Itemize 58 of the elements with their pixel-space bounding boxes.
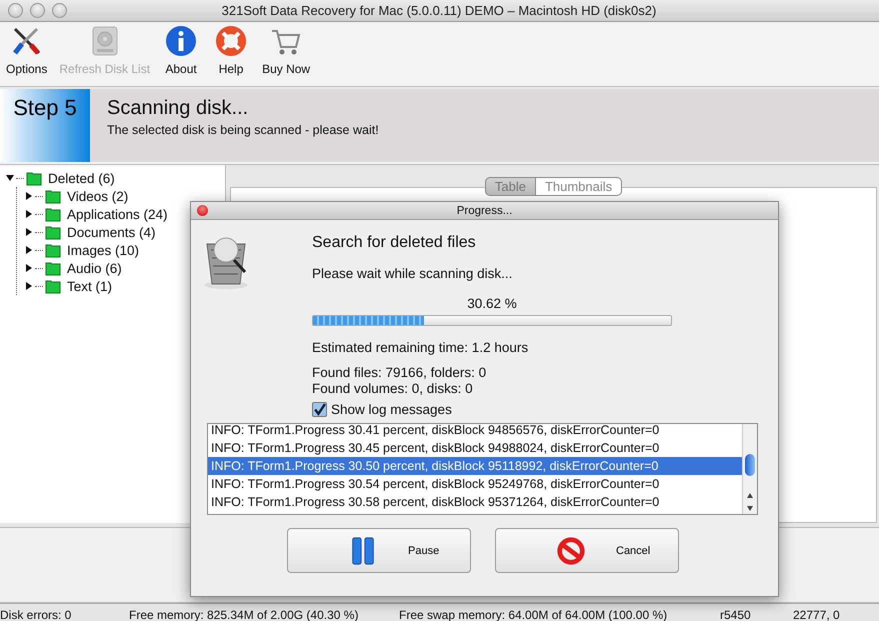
tree-item[interactable]: Deleted (6): [48, 170, 115, 186]
progress-percent: 30.62 %: [466, 296, 518, 311]
folder-icon: [45, 242, 61, 258]
toolbar-button[interactable]: Buy Now: [260, 25, 312, 76]
disclosure-triangle-icon[interactable]: [25, 246, 33, 254]
scrollbar-thumb[interactable]: [745, 454, 755, 476]
log-row[interactable]: INFO: TForm1.Progress 30.50 percent, diskBlock 95118992, diskErrorCounter=0: [208, 457, 742, 475]
folder-icon: [45, 260, 61, 276]
toolbar-button[interactable]: Help: [210, 25, 252, 76]
found-files: Found files: 79166, folders: 0: [312, 365, 488, 380]
tree-item[interactable]: Audio (6): [67, 260, 122, 276]
disclosure-triangle-icon[interactable]: [25, 228, 33, 236]
scroll-up-icon[interactable]: [746, 492, 754, 500]
disclosure-triangle-icon[interactable]: [25, 210, 33, 218]
toolbar-button[interactable]: About: [160, 25, 202, 76]
checkbox[interactable]: [312, 402, 327, 417]
tree-item[interactable]: Text (1): [67, 278, 112, 294]
step-badge: Step 5: [0, 89, 90, 162]
log-row[interactable]: INFO: TForm1.Progress 30.45 percent, diskBlock 94988024, diskErrorCounter=0: [208, 439, 742, 457]
status-text: r5450: [720, 608, 751, 621]
folder-icon: [45, 188, 61, 204]
tools-icon: [10, 25, 43, 57]
scrollbar[interactable]: [742, 424, 757, 514]
step-subtitle: The selected disk is being scanned - please wait!: [107, 123, 379, 137]
tree-item[interactable]: Applications (24): [67, 206, 168, 222]
disclosure-triangle-icon[interactable]: [25, 264, 33, 272]
status-message: Please wait while scanning disk...: [312, 266, 514, 281]
dialog-title: Progress...: [456, 204, 514, 216]
view-tab[interactable]: Thumbnails: [536, 177, 622, 196]
tree-item[interactable]: Videos (2): [67, 188, 128, 204]
log-row[interactable]: INFO: TForm1.Progress 30.54 percent, diskBlock 95249768, diskErrorCounter=0: [208, 475, 742, 493]
prohibited-icon: [556, 536, 586, 566]
status-text: Disk errors: 0: [0, 608, 72, 621]
log-row[interactable]: INFO: TForm1.Progress 30.58 percent, diskBlock 95371264, diskErrorCounter=0: [208, 493, 742, 511]
disclosure-triangle-icon[interactable]: [25, 192, 33, 200]
tree-item[interactable]: Documents (4): [67, 224, 156, 240]
found-volumes: Found volumes: 0, disks: 0: [312, 381, 474, 396]
close-button[interactable]: [197, 205, 208, 216]
dialog-heading: Search for deleted files: [312, 234, 477, 252]
checkbox-label: Show log messages: [331, 402, 452, 417]
step-title: Scanning disk...: [107, 97, 250, 120]
window-title: 321Soft Data Recovery for Mac (5.0.0.11) DEMO – Macintosh HD (disk0s2): [220, 3, 658, 18]
disclosure-triangle-icon[interactable]: [6, 174, 14, 182]
lifebuoy-icon: [215, 25, 248, 57]
folder-icon: [45, 278, 61, 294]
log-row[interactable]: INFO: TForm1.Progress 30.41 percent, diskBlock 94856576, diskErrorCounter=0: [208, 424, 742, 439]
toolbar-button[interactable]: Options: [4, 25, 50, 76]
folder-icon: [26, 170, 42, 186]
folder-icon: [45, 206, 61, 222]
remaining-time: Estimated remaining time: 1.2 hours: [312, 340, 530, 355]
folder-icon: [45, 224, 61, 240]
scroll-down-icon[interactable]: [746, 504, 754, 512]
status-text: 22777, 0: [793, 608, 840, 621]
disclosure-triangle-icon[interactable]: [25, 282, 33, 290]
tree-item[interactable]: Images (10): [67, 242, 140, 258]
cancel-button[interactable]: Cancel: [495, 528, 679, 573]
info-icon: [165, 25, 198, 57]
pause-button[interactable]: Pause: [287, 528, 471, 573]
